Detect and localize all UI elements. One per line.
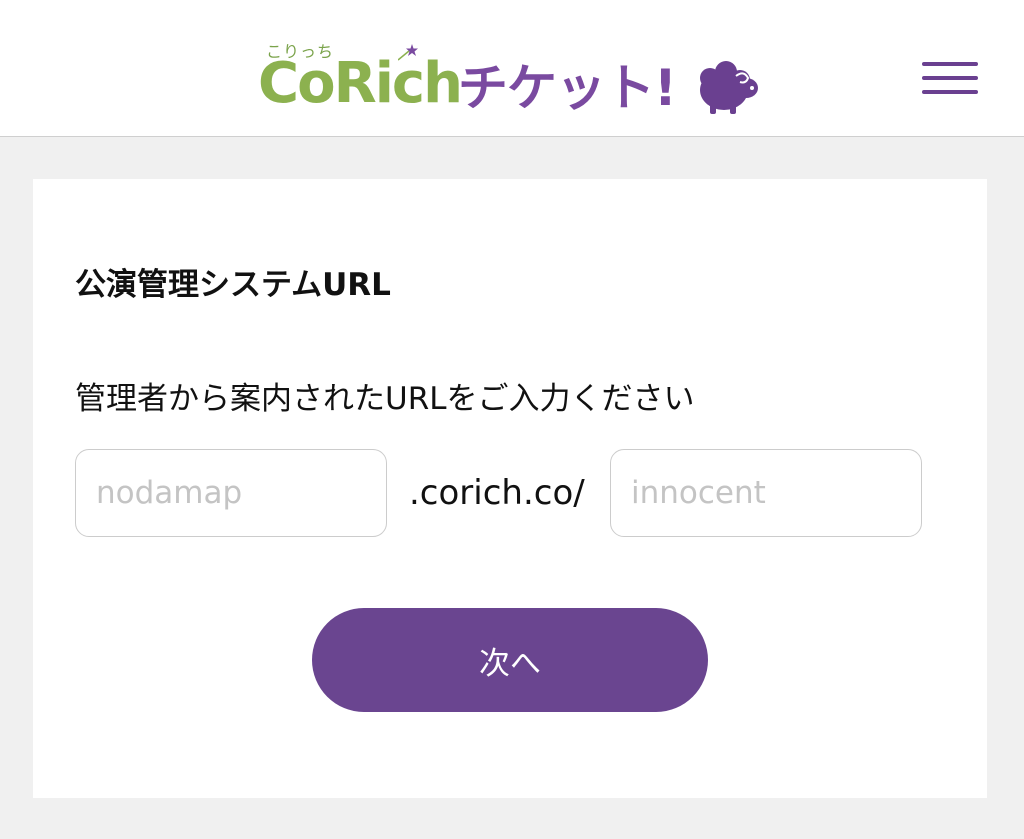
- next-button[interactable]: 次へ: [312, 608, 708, 712]
- page-title: 公演管理システムURL: [75, 267, 391, 303]
- menu-bar-bottom: [922, 90, 978, 94]
- performance-path-input[interactable]: [610, 449, 922, 537]
- domain-suffix-text: .corich.co/: [409, 473, 585, 513]
- instruction-text: 管理者から案内されたURLをご入力ください: [75, 381, 695, 417]
- logo-brand-text: CoRich: [258, 51, 463, 116]
- menu-bar-middle: [922, 76, 978, 80]
- logo-ticket-text: チケット!: [458, 59, 677, 117]
- corich-ticket-logo[interactable]: こりっち CoRich チケット!: [258, 36, 768, 126]
- subdomain-input[interactable]: [75, 449, 387, 537]
- sheep-icon: [700, 61, 758, 114]
- site-header: こりっち CoRich チケット!: [0, 0, 1024, 137]
- hamburger-menu-button[interactable]: [918, 58, 980, 98]
- url-form-card: 公演管理システムURL 管理者から案内されたURLをご入力ください .coric…: [33, 179, 987, 798]
- menu-bar-top: [922, 62, 978, 66]
